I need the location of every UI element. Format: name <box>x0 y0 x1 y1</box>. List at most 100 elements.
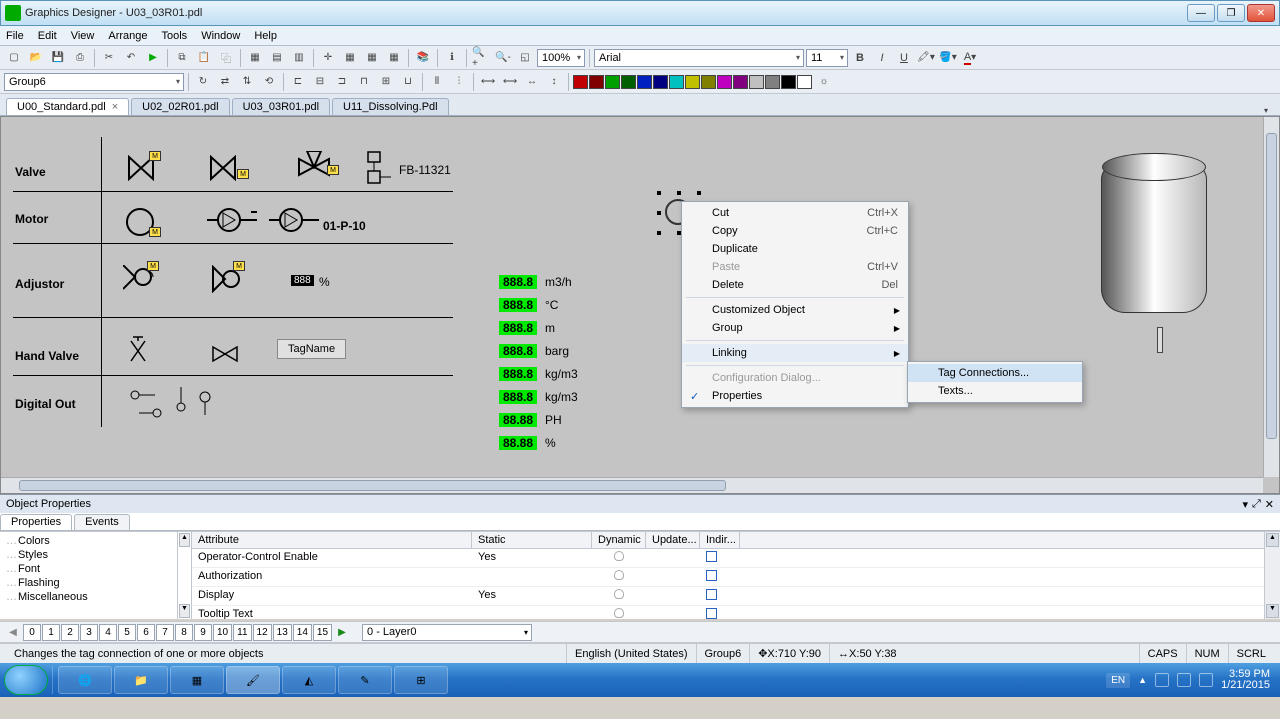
font-name-combo[interactable]: Arial <box>594 49 804 67</box>
minimize-button[interactable]: — <box>1187 4 1215 22</box>
layer-13[interactable]: 13 <box>273 624 292 641</box>
dist-v-icon[interactable]: ⫶ <box>449 72 469 92</box>
property-tree[interactable]: ColorsStylesFontFlashingMiscellaneous <box>0 532 178 619</box>
task-app2[interactable]: 🖌 <box>226 666 280 694</box>
panel-menu-icon[interactable]: ▾ <box>1242 498 1248 511</box>
valve-symbol-3[interactable]: M <box>297 151 331 183</box>
tab-u11[interactable]: U11_Dissolving.Pdl <box>332 98 449 115</box>
col-attribute[interactable]: Attribute <box>192 532 472 548</box>
layer-combo[interactable]: 0 - Layer0 <box>362 624 532 641</box>
align-left-icon[interactable]: ⊏ <box>288 72 308 92</box>
ctx-duplicate[interactable]: Duplicate <box>682 240 908 258</box>
col-static[interactable]: Static <box>472 532 592 548</box>
run-icon[interactable]: ▶ <box>143 48 163 68</box>
tray-clock[interactable]: 3:59 PM1/21/2015 <box>1221 669 1270 691</box>
adjustor-symbol-2[interactable]: M <box>211 265 241 293</box>
layout3-icon[interactable]: ▦ <box>384 48 404 68</box>
zoomout-icon[interactable]: 🔍- <box>493 48 513 68</box>
layer-4[interactable]: 4 <box>99 624 117 641</box>
properties-tab[interactable]: Properties <box>0 514 72 530</box>
layer-11[interactable]: 11 <box>233 624 251 641</box>
fill-icon[interactable]: 🪣▾ <box>938 48 958 68</box>
col-update[interactable]: Update... <box>646 532 700 548</box>
ctx-properties[interactable]: ✓Properties <box>682 387 908 405</box>
highlight-icon[interactable]: 🖍▾ <box>916 48 936 68</box>
tool-rotate-icon[interactable]: ↻ <box>193 72 213 92</box>
color-swatch[interactable] <box>797 75 812 89</box>
color-swatch[interactable] <box>717 75 732 89</box>
task-app5[interactable]: ⊞ <box>394 666 448 694</box>
grid1-icon[interactable]: ▦ <box>245 48 265 68</box>
tree-scrollbar[interactable]: ▲▼ <box>178 532 192 619</box>
task-app1[interactable]: ▦ <box>170 666 224 694</box>
handvalve-symbol[interactable] <box>129 335 147 365</box>
tank-symbol[interactable] <box>1101 153 1207 313</box>
close-button[interactable]: ✕ <box>1247 4 1275 22</box>
tool-flipv-icon[interactable]: ⇅ <box>237 72 257 92</box>
canvas-vscroll[interactable] <box>1263 117 1279 477</box>
layer-14[interactable]: 14 <box>293 624 312 641</box>
events-tab[interactable]: Events <box>74 514 130 530</box>
copy-icon[interactable]: ⧉ <box>172 48 192 68</box>
space-v-icon[interactable]: ⟷ <box>500 72 520 92</box>
layer-1[interactable]: 1 <box>42 624 60 641</box>
task-explorer[interactable]: 📁 <box>114 666 168 694</box>
layout2-icon[interactable]: ▦ <box>362 48 382 68</box>
align-bottom-icon[interactable]: ⊔ <box>398 72 418 92</box>
layer-6[interactable]: 6 <box>137 624 155 641</box>
cut-icon[interactable]: ✂ <box>99 48 119 68</box>
object-selector[interactable]: Group6 <box>4 73 184 91</box>
valve-symbol-2[interactable]: M <box>209 155 239 181</box>
undo-icon[interactable]: ↶ <box>121 48 141 68</box>
adjustor-symbol[interactable]: M <box>123 265 157 293</box>
menu-tools[interactable]: Tools <box>162 30 188 42</box>
align-right-icon[interactable]: ⊐ <box>332 72 352 92</box>
zoomin-icon[interactable]: 🔍+ <box>471 48 491 68</box>
layer-7[interactable]: 7 <box>156 624 174 641</box>
property-row[interactable]: Tooltip Text <box>192 606 1264 619</box>
color-swatch[interactable] <box>781 75 796 89</box>
layer-prev-icon[interactable]: ◀ <box>4 624 22 641</box>
ctx-delete[interactable]: DeleteDel <box>682 276 908 294</box>
pump-symbol-2[interactable] <box>269 207 319 233</box>
custom-color-icon[interactable]: ☼ <box>814 72 834 92</box>
col-dynamic[interactable]: Dynamic <box>592 532 646 548</box>
paste-icon[interactable]: 📋 <box>194 48 214 68</box>
digital-out-symbol[interactable] <box>127 387 217 423</box>
tree-font[interactable]: Font <box>6 562 171 576</box>
canvas-area[interactable]: Valve Motor Adjustor Hand Valve Digital … <box>0 116 1280 494</box>
tree-styles[interactable]: Styles <box>6 548 171 562</box>
menu-help[interactable]: Help <box>254 30 277 42</box>
color-swatch[interactable] <box>669 75 684 89</box>
color-swatch[interactable] <box>573 75 588 89</box>
color-swatch[interactable] <box>685 75 700 89</box>
color-swatch[interactable] <box>653 75 668 89</box>
size-w-icon[interactable]: ↔ <box>522 72 542 92</box>
tree-flashing[interactable]: Flashing <box>6 576 171 590</box>
property-row[interactable]: Authorization <box>192 568 1264 587</box>
snap-icon[interactable]: ✛ <box>318 48 338 68</box>
layout1-icon[interactable]: ▦ <box>340 48 360 68</box>
layer-15[interactable]: 15 <box>313 624 332 641</box>
panel-pin-icon[interactable]: ⤢ <box>1252 498 1261 511</box>
tagname-field[interactable]: TagName <box>277 339 346 359</box>
space-h-icon[interactable]: ⟷ <box>478 72 498 92</box>
color-swatch[interactable] <box>605 75 620 89</box>
library-icon[interactable]: 📚 <box>413 48 433 68</box>
tray-lang[interactable]: EN <box>1106 673 1130 688</box>
color-swatch[interactable] <box>701 75 716 89</box>
color-swatch[interactable] <box>765 75 780 89</box>
layer-3[interactable]: 3 <box>80 624 98 641</box>
bold-icon[interactable]: B <box>850 48 870 68</box>
canvas-hscroll[interactable] <box>1 477 1263 493</box>
submenu-tag-connections-[interactable]: Tag Connections... <box>908 364 1082 382</box>
textcolor-icon[interactable]: A▾ <box>960 48 980 68</box>
ctx-copy[interactable]: CopyCtrl+C <box>682 222 908 240</box>
tab-u00-standard[interactable]: U00_Standard.pdl× <box>6 98 129 115</box>
tray-icon-1[interactable] <box>1155 673 1169 687</box>
layer-5[interactable]: 5 <box>118 624 136 641</box>
tray-icon-2[interactable] <box>1177 673 1191 687</box>
underline-icon[interactable]: U <box>894 48 914 68</box>
tab-u02[interactable]: U02_02R01.pdl <box>131 98 229 115</box>
tabs-overflow-icon[interactable]: ▾ <box>1258 106 1274 115</box>
